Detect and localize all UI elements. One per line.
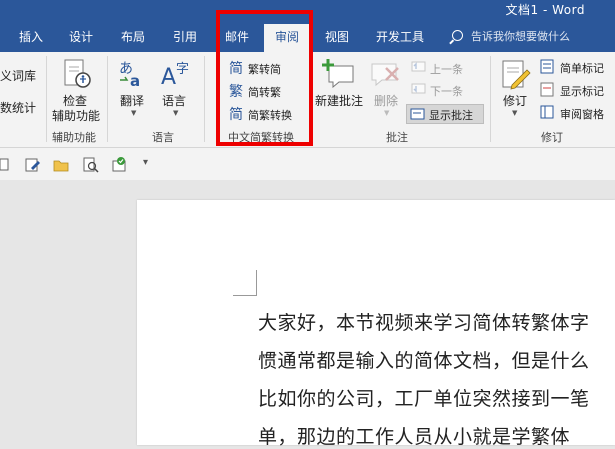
document-title: 文档1 - Word: [505, 3, 585, 17]
translate-icon: あ a: [119, 61, 140, 88]
accessibility-group-label: 辅助功能: [52, 131, 96, 144]
accessibility-check-icon: [64, 59, 91, 88]
thesaurus-button[interactable]: 义词库: [0, 67, 36, 84]
show-markup-icon: [540, 82, 554, 97]
accessibility-label-line2: 辅助功能: [52, 109, 101, 123]
next-comment-label: 下一条: [430, 85, 463, 98]
open-folder-icon[interactable]: [53, 158, 69, 172]
svg-text:a: a: [130, 72, 140, 88]
paragraph-line: 大家好，本节视频来学习简体转繁体字: [258, 312, 590, 334]
document-page[interactable]: 大家好，本节视频来学习简体转繁体字 惯通常都是输入的简体文档，但是什么 比如你的…: [137, 200, 615, 448]
language-label: 语言: [162, 94, 187, 108]
previous-comment-label: 上一条: [430, 63, 463, 76]
show-markup-label: 显示标记: [560, 85, 604, 98]
tab-insert[interactable]: 插入: [10, 22, 52, 52]
print-preview-icon[interactable]: [83, 157, 99, 173]
reviewing-pane-icon: [540, 105, 554, 119]
reviewing-pane-label: 审阅窗格: [560, 108, 604, 121]
markup-view-icon: [540, 59, 554, 74]
search-icon: [452, 30, 463, 41]
chevron-down-icon: ▼: [173, 109, 179, 117]
quick-access-toolbar: ▾: [0, 148, 615, 180]
tracking-group-label: 修订: [541, 131, 563, 144]
margin-corner-mark: [256, 270, 257, 296]
next-comment-icon: [411, 83, 426, 94]
svg-text:字: 字: [176, 62, 189, 77]
translate-label: 翻译: [120, 94, 145, 108]
chevron-down-icon: ▼: [512, 109, 518, 117]
show-comments-button[interactable]: 显示批注: [406, 104, 484, 124]
chevron-down-icon: ▼: [384, 109, 390, 117]
language-group-label: 语言: [152, 131, 174, 144]
group-separator: [107, 56, 108, 142]
delete-comment-label: 删除: [374, 94, 399, 108]
new-comment-label: 新建批注: [315, 94, 364, 108]
tab-view[interactable]: 视图: [316, 22, 358, 52]
group-separator: [204, 56, 205, 142]
tab-layout[interactable]: 布局: [112, 22, 154, 52]
paragraph-line: 比如你的公司，工厂单位突然接到一笔: [258, 388, 590, 410]
group-separator: [490, 56, 491, 142]
document-area: 大家好，本节视频来学习简体转繁体字 惯通常都是输入的简体文档，但是什么 比如你的…: [0, 180, 615, 448]
show-comments-icon: [410, 108, 425, 120]
word-count-button[interactable]: 数统计: [0, 99, 36, 116]
tab-developer[interactable]: 开发工具: [368, 22, 432, 52]
svg-text:A: A: [161, 65, 176, 88]
track-changes-icon: [502, 60, 531, 90]
previous-comment-icon: [411, 61, 426, 72]
simple-markup-label: 简单标记: [560, 62, 604, 75]
chevron-down-icon: ▼: [131, 109, 137, 117]
customize-qat-icon[interactable]: ▾: [143, 157, 148, 168]
tab-design[interactable]: 设计: [60, 22, 102, 52]
group-separator: [46, 56, 47, 142]
comments-group-label: 批注: [386, 131, 408, 144]
margin-corner-mark: [233, 295, 257, 296]
tell-me-placeholder: 告诉我你想要做什么: [471, 30, 570, 43]
language-icon: A 字: [161, 62, 189, 88]
show-comments-label: 显示批注: [429, 109, 473, 122]
new-document-icon[interactable]: [0, 158, 10, 172]
tab-references[interactable]: 引用: [164, 22, 206, 52]
paragraph-line: 惯通常都是输入的简体文档，但是什么: [258, 350, 590, 372]
edit-document-icon[interactable]: [25, 157, 41, 173]
tell-me-search[interactable]: 告诉我你想要做什么: [452, 22, 570, 52]
new-comment-icon: [322, 59, 354, 88]
spelling-check-icon[interactable]: [111, 156, 129, 174]
track-changes-label: 修订: [503, 94, 528, 108]
delete-comment-icon: [371, 63, 399, 87]
highlight-annotation-outline: [216, 10, 313, 146]
